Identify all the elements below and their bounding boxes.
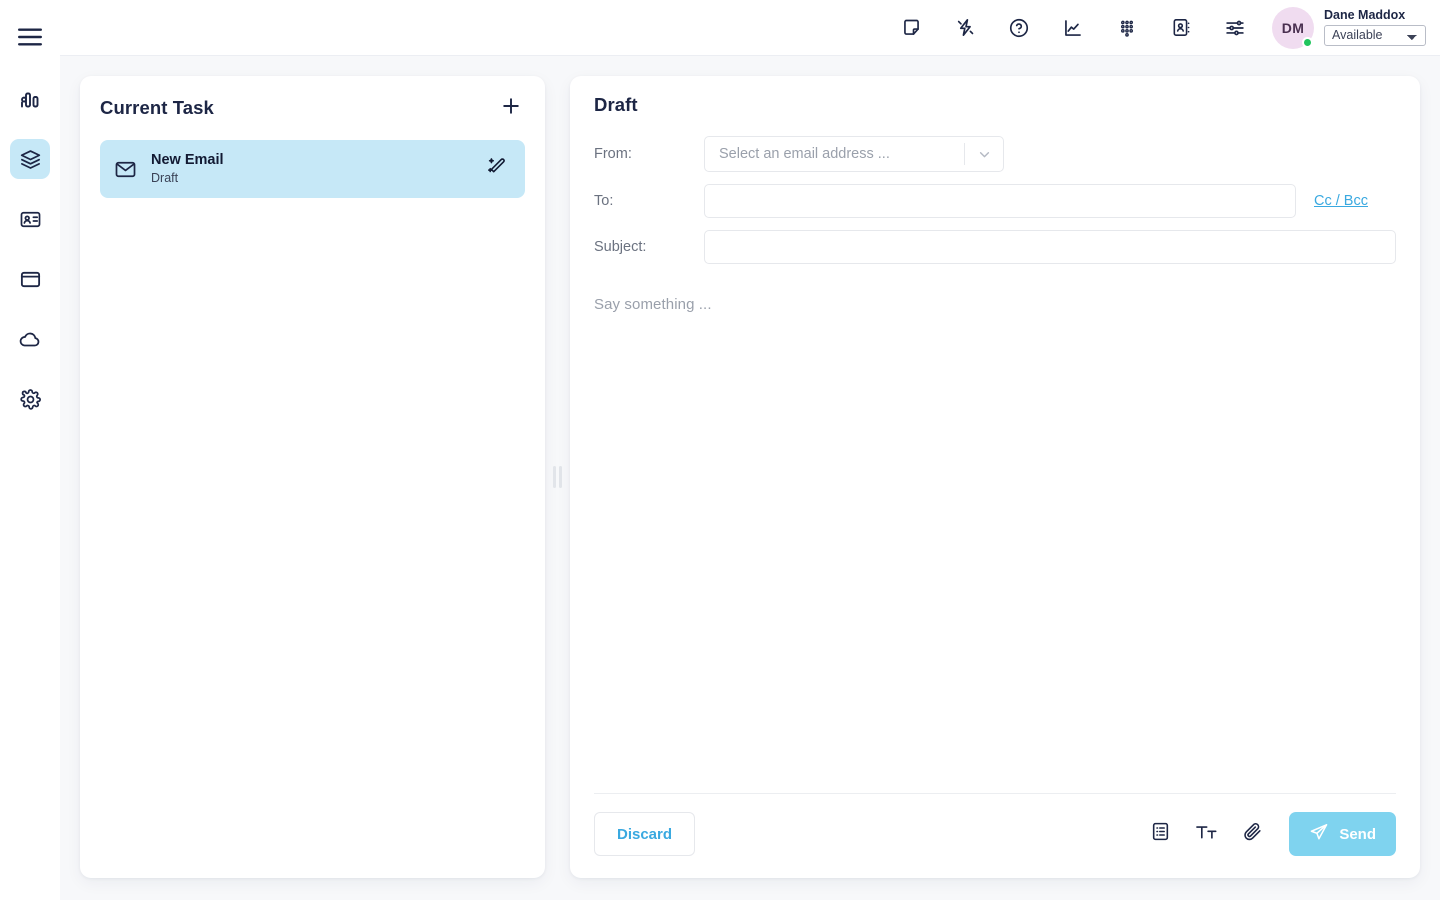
send-button[interactable]: Send (1289, 812, 1396, 856)
user-profile[interactable]: DM Dane Maddox Available (1272, 6, 1426, 49)
to-label: To: (594, 193, 614, 209)
task-list-item-new-email[interactable]: New Email Draft (100, 140, 525, 198)
compose-tools: Send (1147, 812, 1396, 856)
splitter-grip-icon (553, 466, 562, 488)
discard-button[interactable]: Discard (594, 812, 696, 856)
envelope-icon (114, 158, 137, 181)
top-bar: DM Dane Maddox Available (60, 0, 1440, 56)
templates-button[interactable] (1147, 821, 1173, 847)
plus-icon (500, 95, 522, 122)
app-root: DM Dane Maddox Available Current Task Ne… (0, 0, 1440, 900)
hamburger-icon (17, 27, 43, 47)
lightning-bolt-icon (955, 17, 976, 38)
from-label: From: (594, 146, 632, 162)
sidebar-item-cloud[interactable] (10, 319, 50, 359)
current-task-panel: Current Task New Email Draft (80, 76, 545, 878)
sidebar-item-tasks[interactable] (10, 139, 50, 179)
from-select[interactable]: Select an email address ... (704, 136, 1004, 172)
user-name: Dane Maddox (1324, 8, 1406, 23)
window-icon (19, 268, 42, 291)
text-format-icon (1195, 822, 1218, 847)
analytics-bars-icon (18, 87, 42, 111)
current-task-header: Current Task (100, 94, 525, 122)
chevron-down-icon (965, 146, 1003, 163)
send-button-label: Send (1339, 825, 1376, 843)
message-body-editor[interactable]: Say something ... (594, 296, 1396, 793)
directory-button[interactable] (1164, 11, 1198, 45)
sidebar-item-workspace[interactable] (10, 259, 50, 299)
sidebar-item-analytics[interactable] (10, 79, 50, 119)
magic-wand-button[interactable] (483, 156, 509, 182)
task-text: New Email Draft (151, 151, 469, 187)
avatar-wrapper: DM (1272, 6, 1314, 49)
preferences-button[interactable] (1218, 11, 1252, 45)
layers-icon (19, 148, 42, 171)
from-placeholder: Select an email address ... (719, 146, 890, 162)
note-icon (901, 17, 922, 38)
magic-wand-icon (486, 156, 507, 182)
dialpad-icon (1117, 18, 1137, 38)
address-book-icon (1171, 17, 1192, 38)
sliders-icon (1224, 17, 1246, 39)
task-subtitle: Draft (151, 171, 179, 185)
left-nav-rail (0, 0, 60, 900)
from-row: From: Select an email address ... (594, 136, 1396, 172)
subject-row: Subject: (594, 230, 1396, 264)
message-body-placeholder: Say something ... (594, 296, 712, 313)
top-bar-icon-group (894, 11, 1252, 45)
workspace: Current Task New Email Draft Draft From:… (60, 56, 1440, 900)
page-title: Current Task (100, 97, 214, 118)
panel-splitter[interactable] (545, 76, 570, 878)
to-row: To: Cc / Bcc (594, 184, 1396, 218)
quick-actions-button[interactable] (948, 11, 982, 45)
question-circle-icon (1008, 17, 1030, 39)
status-select[interactable]: Available (1324, 24, 1426, 46)
paperclip-icon (1242, 821, 1263, 847)
gear-icon (19, 388, 42, 411)
draft-title: Draft (594, 94, 638, 115)
notes-button[interactable] (894, 11, 928, 45)
contact-card-icon (19, 208, 42, 231)
to-input[interactable] (704, 184, 1296, 218)
dialpad-button[interactable] (1110, 11, 1144, 45)
cloud-icon (18, 327, 42, 351)
presence-online-indicator (1302, 36, 1313, 48)
subject-input[interactable] (704, 230, 1396, 264)
task-title: New Email (151, 151, 224, 168)
cc-bcc-link[interactable]: Cc / Bcc (1314, 193, 1368, 209)
hamburger-menu-button[interactable] (10, 17, 50, 57)
template-list-icon (1150, 821, 1171, 847)
subject-label: Subject: (594, 239, 647, 255)
sidebar-item-settings[interactable] (10, 379, 50, 419)
main-column: DM Dane Maddox Available Current Task Ne… (60, 0, 1440, 900)
sidebar-item-contacts[interactable] (10, 199, 50, 239)
add-task-button[interactable] (497, 94, 525, 122)
line-chart-icon (1062, 17, 1084, 39)
paper-plane-icon (1309, 822, 1329, 846)
attach-button[interactable] (1239, 821, 1265, 847)
formatting-button[interactable] (1193, 821, 1219, 847)
draft-panel: Draft From: Select an email address ... (570, 76, 1420, 878)
help-button[interactable] (1002, 11, 1036, 45)
user-meta: Dane Maddox Available (1324, 9, 1426, 46)
draft-footer: Discard Send (594, 793, 1396, 878)
reports-button[interactable] (1056, 11, 1090, 45)
